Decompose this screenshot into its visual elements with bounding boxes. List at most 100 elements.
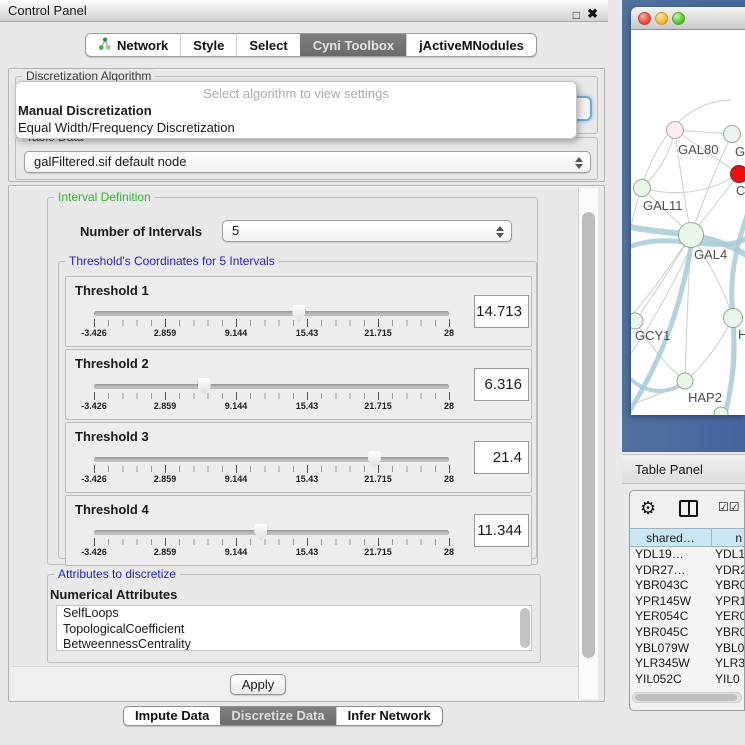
table-cell[interactable]: YBL079W	[630, 641, 712, 657]
node-label: C	[736, 183, 745, 198]
panel-scrollbar-thumb[interactable]	[582, 212, 595, 658]
minimize-traffic-light-icon[interactable]	[655, 12, 668, 25]
table-cell[interactable]: YDL1	[712, 547, 744, 563]
table-cell[interactable]: YBR0	[712, 625, 744, 641]
threshold-3-slider[interactable]	[94, 457, 449, 462]
major-tick	[94, 465, 95, 473]
table-cell[interactable]: YBR045C	[630, 625, 712, 641]
threshold-4-slider[interactable]	[94, 530, 449, 535]
table-row[interactable]: YBR043CYBR0	[630, 578, 744, 594]
apply-button[interactable]: Apply	[230, 674, 286, 695]
node-gal11[interactable]	[634, 180, 651, 197]
node-hap2[interactable]	[677, 373, 693, 389]
tab-select[interactable]: Select	[236, 34, 299, 56]
tab-infer-network[interactable]: Infer Network	[336, 707, 442, 725]
table-cell[interactable]: YDL19…	[630, 547, 712, 563]
major-tick	[449, 538, 450, 546]
threshold-2-slider[interactable]	[94, 384, 449, 389]
panel-title: Control Panel	[8, 3, 87, 18]
attribute-list-item[interactable]: TopologicalCoefficient	[57, 622, 531, 638]
algorithm-option-manual[interactable]: Manual Discretization	[16, 102, 576, 119]
table-cell[interactable]: YLR3	[712, 656, 744, 672]
column-header-name[interactable]: n	[712, 529, 744, 546]
slider-ticks	[94, 466, 449, 472]
table-row[interactable]: YDL19…YDL1	[630, 547, 744, 563]
major-tick	[236, 538, 237, 546]
list-scrollbar[interactable]	[520, 608, 530, 648]
table-cell[interactable]: YDR27…	[630, 563, 712, 579]
major-tick	[378, 538, 379, 546]
table-row[interactable]: YBR045CYBR0	[630, 625, 744, 641]
interval-definition-title: Interval Definition	[54, 190, 155, 205]
threshold-2-value-field[interactable]: 6.316	[474, 368, 529, 401]
table-cell[interactable]: YIL052C	[630, 672, 712, 688]
table-cell[interactable]: YLR345W	[630, 656, 712, 672]
table-cell[interactable]: YDR2	[712, 563, 744, 579]
tab-cyni-toolbox[interactable]: Cyni Toolbox	[300, 34, 406, 56]
float-window-icon[interactable]: □	[573, 4, 580, 26]
network-window: GAL80 G C GAL11 GAL4 GCY1 H HAP2	[631, 7, 745, 415]
threshold-3-value-field[interactable]: 21.4	[474, 441, 529, 474]
table-cell[interactable]: YBL0	[712, 641, 744, 657]
table-row[interactable]: YER054CYER0	[630, 609, 744, 625]
table-row[interactable]: YLR345WYLR3	[630, 656, 744, 672]
panel-scrollbar[interactable]	[578, 188, 598, 699]
tab-jactivemnodules[interactable]: jActiveMNodules	[406, 34, 536, 56]
table-cell[interactable]: YPR145W	[630, 594, 712, 610]
gear-icon[interactable]: ⚙	[640, 498, 656, 519]
threshold-3-box: Threshold 3 -3.4262.8599.14415.4321.7152…	[65, 422, 532, 493]
zoom-traffic-light-icon[interactable]	[672, 12, 685, 25]
node-gal4[interactable]	[679, 223, 704, 248]
tick-label: -3.426	[81, 401, 107, 411]
close-traffic-light-icon[interactable]	[638, 12, 651, 25]
table-cell[interactable]: YER0	[712, 609, 744, 625]
table-row[interactable]: YDR27…YDR2	[630, 563, 744, 579]
attribute-list-item[interactable]: SelfLoops	[57, 606, 531, 622]
node-g[interactable]	[724, 126, 741, 143]
tab-style[interactable]: Style	[180, 34, 236, 56]
tab-network[interactable]: Network	[86, 34, 180, 56]
table-cell[interactable]: YER054C	[630, 609, 712, 625]
network-window-titlebar[interactable]	[631, 7, 745, 30]
algorithm-option-equal-width[interactable]: Equal Width/Frequency Discretization	[16, 119, 576, 136]
tab-discretize-data[interactable]: Discretize Data	[220, 707, 335, 725]
close-icon[interactable]: ✖	[587, 3, 598, 25]
table-row[interactable]: YBL079WYBL0	[630, 641, 744, 657]
table-data-combobox[interactable]: galFiltered.sif default node	[24, 151, 591, 173]
numerical-attributes-list[interactable]: SelfLoopsTopologicalCoefficientBetweenne…	[56, 605, 532, 651]
table-cell[interactable]: YIL0	[712, 672, 744, 688]
node-red-selected[interactable]	[731, 166, 745, 183]
table-cell[interactable]: YPR1	[712, 594, 744, 610]
number-of-intervals-combobox[interactable]: 5	[222, 220, 512, 242]
node-gal80[interactable]	[667, 122, 684, 139]
attribute-list-item[interactable]: BetweennessCentrality	[57, 637, 531, 651]
major-tick	[236, 392, 237, 400]
column-header-shared[interactable]: shared…	[630, 529, 712, 546]
number-of-intervals-value: 5	[232, 223, 239, 238]
table-hscrollbar-thumb[interactable]	[635, 694, 737, 701]
table-cell[interactable]: YBR043C	[630, 578, 712, 594]
threshold-1-value-field[interactable]: 14.713	[474, 295, 529, 328]
threshold-2-label: Threshold 2	[75, 356, 149, 371]
split-column-icon[interactable]	[679, 500, 698, 517]
table-data-group: Table Data galFiltered.sif default node	[15, 137, 598, 180]
table-hscrollbar[interactable]	[632, 692, 742, 703]
checked-checkboxes-icon[interactable]: ☑☑	[718, 500, 740, 514]
table-panel-titlebar: Table Panel	[622, 454, 745, 484]
tick-label: 21.715	[364, 401, 392, 411]
threshold-4-value-field[interactable]: 11.344	[474, 514, 529, 547]
table-row[interactable]: YPR145WYPR1	[630, 594, 744, 610]
table-rows[interactable]: YDL19…YDL1YDR27…YDR2YBR043CYBR0YPR145WYP…	[630, 547, 744, 689]
network-canvas[interactable]: GAL80 G C GAL11 GAL4 GCY1 H HAP2	[631, 30, 745, 415]
table-cell[interactable]: YBR0	[712, 578, 744, 594]
tab-impute-data[interactable]: Impute Data	[124, 707, 220, 725]
node-h[interactable]	[724, 309, 743, 328]
table-row[interactable]: YIL052CYIL0	[630, 672, 744, 688]
node-label: GAL80	[678, 142, 718, 157]
combo-spinner-icon	[495, 225, 504, 239]
network-view-frame: GAL80 G C GAL11 GAL4 GCY1 H HAP2	[622, 0, 745, 452]
threshold-1-slider[interactable]	[94, 311, 449, 316]
node-gcy1[interactable]	[631, 313, 643, 329]
slider-tick-labels: -3.4262.8599.14415.4321.71528	[94, 328, 449, 340]
major-tick	[165, 319, 166, 327]
